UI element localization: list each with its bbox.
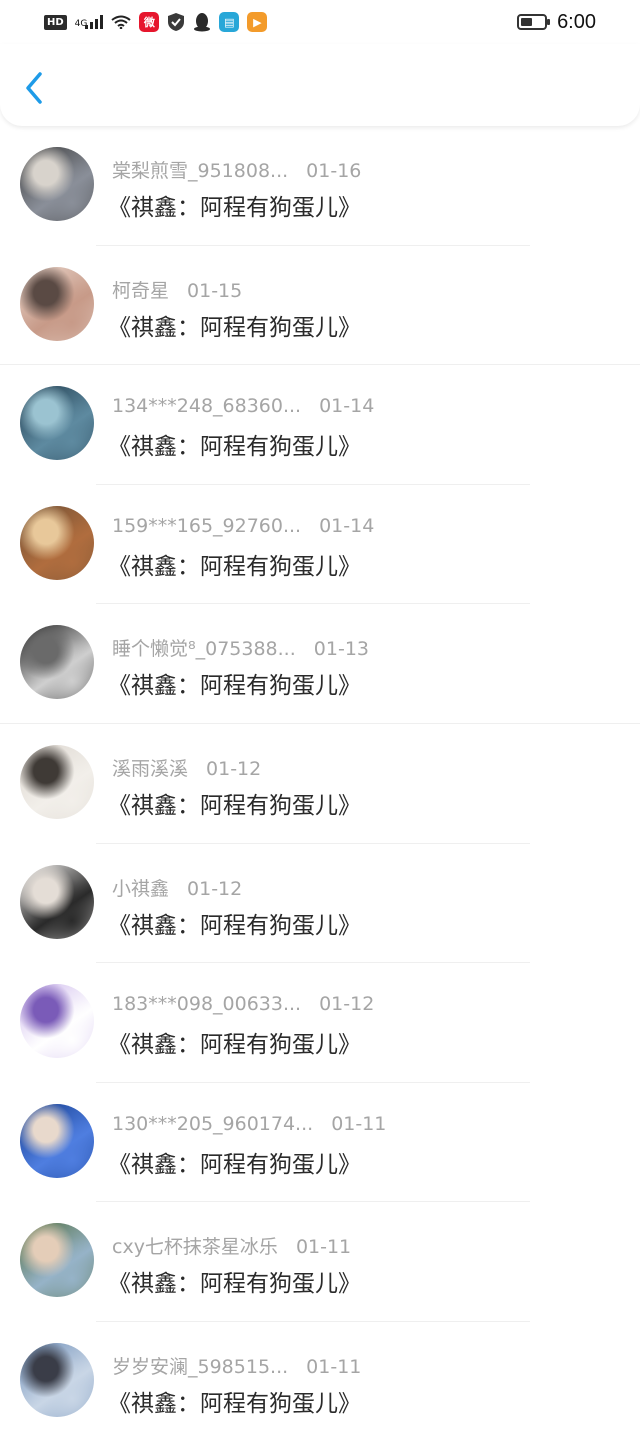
list-item[interactable]: 183***098_00633... 01-12 《祺鑫：阿程有狗蛋儿》 bbox=[0, 963, 640, 1083]
item-date: 01-13 bbox=[313, 638, 369, 661]
username[interactable]: 130***205_960174... bbox=[112, 1113, 313, 1135]
battery-icon bbox=[517, 14, 551, 30]
list-item[interactable]: cxy七杯抹茶星冰乐 01-11 《祺鑫：阿程有狗蛋儿》 bbox=[0, 1202, 640, 1322]
status-right: 6:00 bbox=[517, 11, 596, 34]
avatar[interactable] bbox=[20, 625, 94, 700]
reader-icon: ▤ bbox=[219, 12, 240, 32]
item-title[interactable]: 《祺鑫：阿程有狗蛋儿》 bbox=[108, 427, 361, 461]
qq-icon bbox=[194, 13, 211, 32]
clock: 6:00 bbox=[557, 10, 596, 33]
username[interactable]: 小祺鑫 bbox=[112, 874, 169, 901]
item-meta: 棠梨煎雪_951808... 01-16 bbox=[112, 156, 361, 183]
chevron-left-icon bbox=[26, 72, 42, 104]
avatar[interactable] bbox=[20, 505, 94, 580]
avatar[interactable] bbox=[20, 864, 94, 939]
status-bar: HD 4G 微 ▤ ▶ 6:00 bbox=[0, 0, 640, 44]
list-item[interactable]: 岁岁安澜_598515... 01-11 《祺鑫：阿程有狗蛋儿》 bbox=[0, 1322, 640, 1442]
avatar[interactable] bbox=[20, 1342, 94, 1417]
item-date: 01-12 bbox=[319, 993, 375, 1016]
avatar[interactable] bbox=[20, 1103, 94, 1178]
username[interactable]: cxy七杯抹茶星冰乐 bbox=[112, 1232, 278, 1259]
item-meta: 159***165_92760... 01-14 bbox=[112, 515, 374, 537]
item-date: 01-11 bbox=[295, 1236, 352, 1259]
avatar[interactable] bbox=[20, 1223, 94, 1298]
item-date: 01-12 bbox=[206, 757, 262, 780]
item-title[interactable]: 《祺鑫：阿程有狗蛋儿》 bbox=[108, 906, 361, 940]
username[interactable]: 159***165_92760... bbox=[112, 515, 301, 537]
item-date: 01-11 bbox=[306, 1355, 362, 1378]
list-item[interactable]: 134***248_68360... 01-14 《祺鑫：阿程有狗蛋儿》 bbox=[0, 365, 640, 485]
wifi-icon bbox=[111, 15, 131, 29]
username[interactable]: 134***248_68360... bbox=[112, 395, 301, 417]
item-meta: 183***098_00633... 01-12 bbox=[112, 993, 374, 1015]
item-date: 01-14 bbox=[319, 514, 375, 537]
item-title[interactable]: 《祺鑫：阿程有狗蛋儿》 bbox=[108, 1025, 361, 1059]
username[interactable]: 溪雨溪溪 bbox=[112, 754, 188, 781]
item-title[interactable]: 《祺鑫：阿程有狗蛋儿》 bbox=[108, 1264, 361, 1298]
username[interactable]: 岁岁安澜_598515... bbox=[112, 1352, 288, 1379]
item-date: 01-16 bbox=[306, 160, 362, 182]
video-icon: ▶ bbox=[247, 12, 268, 32]
item-title[interactable]: 《祺鑫：阿程有狗蛋儿》 bbox=[108, 308, 361, 342]
list-item[interactable]: 130***205_960174... 01-11 《祺鑫：阿程有狗蛋儿》 bbox=[0, 1083, 640, 1203]
status-left: HD 4G 微 ▤ ▶ bbox=[44, 12, 268, 32]
item-date: 01-14 bbox=[319, 395, 375, 418]
list-item[interactable]: 小祺鑫 01-12 《祺鑫：阿程有狗蛋儿》 bbox=[0, 844, 640, 964]
item-title[interactable]: 《祺鑫：阿程有狗蛋儿》 bbox=[108, 1384, 361, 1418]
item-title[interactable]: 《祺鑫：阿程有狗蛋儿》 bbox=[108, 786, 361, 820]
list-item[interactable]: 溪雨溪溪 01-12 《祺鑫：阿程有狗蛋儿》 bbox=[0, 724, 640, 844]
item-title[interactable]: 《祺鑫：阿程有狗蛋儿》 bbox=[108, 547, 361, 581]
username[interactable]: 睡个懒觉⁸_075388... bbox=[112, 634, 296, 661]
avatar[interactable] bbox=[20, 266, 94, 341]
list-item[interactable]: 睡个懒觉⁸_075388... 01-13 《祺鑫：阿程有狗蛋儿》 bbox=[0, 604, 640, 724]
item-date: 01-12 bbox=[187, 877, 243, 900]
username[interactable]: 棠梨煎雪_951808... bbox=[112, 156, 288, 183]
list-item[interactable]: 棠梨煎雪_951808... 01-16 《祺鑫：阿程有狗蛋儿》 bbox=[0, 126, 640, 246]
username[interactable]: 183***098_00633... bbox=[112, 993, 301, 1015]
item-meta: 睡个懒觉⁸_075388... 01-13 bbox=[112, 634, 369, 661]
navigation-bar bbox=[0, 44, 640, 126]
item-meta: 130***205_960174... 01-11 bbox=[112, 1113, 386, 1135]
item-meta: 柯奇星 01-15 bbox=[112, 276, 242, 303]
shield-icon bbox=[168, 13, 185, 31]
item-date: 01-11 bbox=[331, 1112, 387, 1135]
avatar[interactable] bbox=[20, 147, 94, 221]
item-meta: 134***248_68360... 01-14 bbox=[112, 395, 374, 417]
item-date: 01-15 bbox=[187, 279, 243, 302]
list-item[interactable]: 159***165_92760... 01-14 《祺鑫：阿程有狗蛋儿》 bbox=[0, 485, 640, 605]
item-meta: cxy七杯抹茶星冰乐 01-11 bbox=[112, 1232, 351, 1259]
signal-icon: 4G bbox=[75, 15, 104, 29]
list-item[interactable]: 柯奇星 01-15 《祺鑫：阿程有狗蛋儿》 bbox=[0, 246, 640, 366]
item-meta: 岁岁安澜_598515... 01-11 bbox=[112, 1352, 361, 1379]
item-meta: 小祺鑫 01-12 bbox=[112, 874, 242, 901]
username[interactable]: 柯奇星 bbox=[112, 276, 169, 303]
item-title[interactable]: 《祺鑫：阿程有狗蛋儿》 bbox=[108, 1145, 361, 1179]
message-list: 棠梨煎雪_951808... 01-16 《祺鑫：阿程有狗蛋儿》 柯奇星 01-15 《祺… bbox=[0, 126, 640, 1442]
avatar[interactable] bbox=[20, 984, 94, 1059]
item-title[interactable]: 《祺鑫：阿程有狗蛋儿》 bbox=[108, 188, 361, 222]
hd-icon: HD bbox=[44, 14, 67, 30]
weibo-icon: 微 bbox=[139, 12, 160, 32]
avatar[interactable] bbox=[20, 386, 94, 461]
item-title[interactable]: 《祺鑫：阿程有狗蛋儿》 bbox=[108, 666, 361, 700]
back-button[interactable] bbox=[18, 68, 50, 108]
item-meta: 溪雨溪溪 01-12 bbox=[112, 754, 261, 781]
avatar[interactable] bbox=[20, 744, 94, 819]
